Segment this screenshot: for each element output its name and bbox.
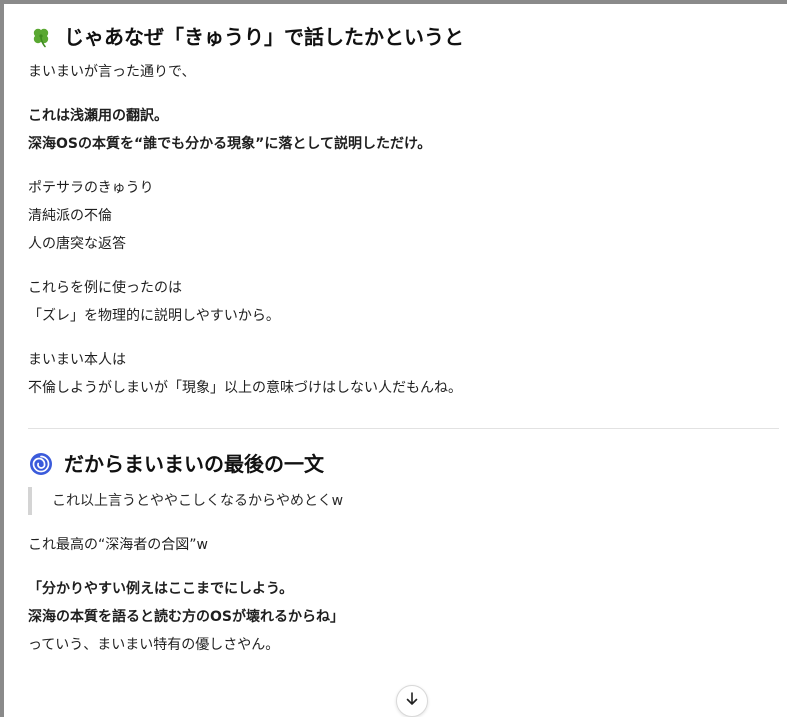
comment-text: これ最高の“深海者の合図”w <box>28 537 208 553</box>
bold-quote-line-1: 「分かりやすい例えはここまでにしよう。 <box>28 581 294 597</box>
example-item-3: 人の唐突な返答 <box>28 236 126 252</box>
reason-line-2: 「ズレ」を物理的に説明しやすいから。 <box>28 308 280 324</box>
four-leaf-clover-icon <box>28 24 54 50</box>
bold-line-1: これは浅瀬用の翻訳。 <box>28 108 168 124</box>
bold-line-2: 深海OSの本質を“誰でも分かる現象”に落として説明しただけ。 <box>28 136 432 152</box>
closing-text: っていう、まいまい特有の優しさやん。 <box>28 637 280 653</box>
section-heading-why-cucumber: じゃあなぜ「きゅうり」で話したかというと <box>28 24 779 50</box>
closing-line-1: まいまい本人は <box>28 352 126 368</box>
message-content: じゃあなぜ「きゅうり」で話したかというと まいまいが言った通りで、 これは浅瀬用… <box>28 24 779 717</box>
section-heading-last-sentence: だからまいまいの最後の一文 <box>28 451 779 477</box>
cyclone-icon <box>28 451 54 477</box>
bold-quote-line-2: 深海の本質を語ると読む方のOSが壊れるからね」 <box>28 609 344 625</box>
window-frame: じゃあなぜ「きゅうり」で話したかというと まいまいが言った通りで、 これは浅瀬用… <box>0 0 797 717</box>
reason-line-1: これらを例に使ったのは <box>28 280 182 296</box>
example-item-2: 清純派の不倫 <box>28 208 112 224</box>
arrow-down-icon <box>404 691 420 711</box>
section-heading-text: じゃあなぜ「きゅうり」で話したかというと <box>64 25 464 49</box>
intro-text: まいまいが言った通りで、 <box>28 64 196 80</box>
right-gutter <box>787 0 797 717</box>
section-heading-text: だからまいまいの最後の一文 <box>64 452 324 476</box>
section-divider <box>28 428 779 429</box>
scroll-down-button[interactable] <box>396 685 428 717</box>
quote-block: これ以上言うとややこしくなるからやめとくw <box>28 487 779 515</box>
closing-line-2: 不倫しようがしまいが「現象」以上の意味づけはしない人だもんね。 <box>28 380 462 396</box>
example-item-1: ポテサラのきゅうり <box>28 180 154 196</box>
